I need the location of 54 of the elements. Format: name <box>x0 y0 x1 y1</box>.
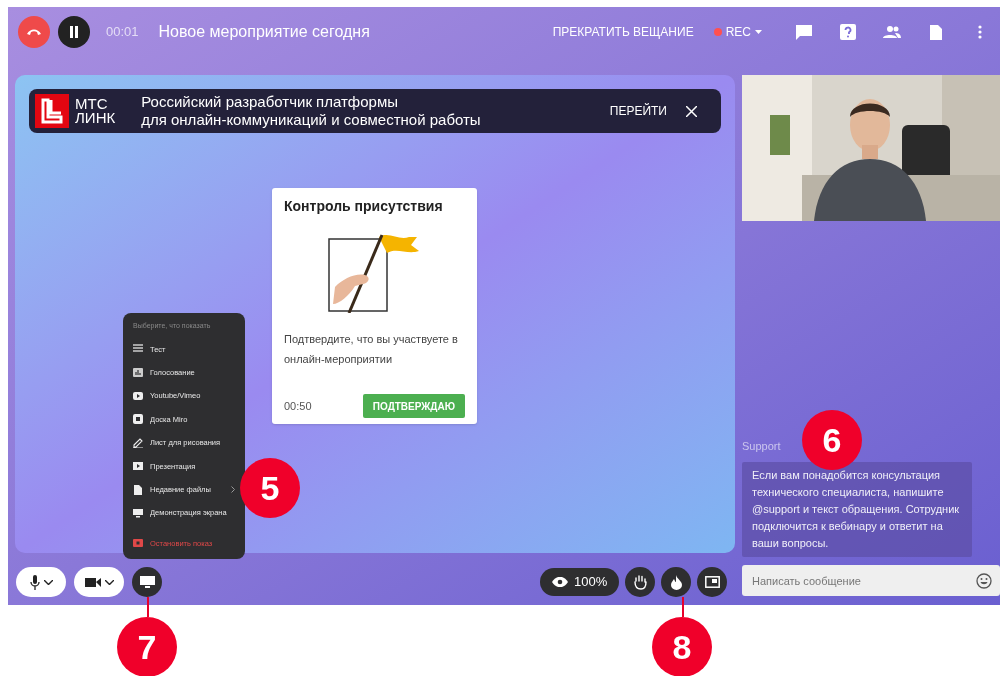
stop-icon <box>133 538 143 549</box>
logo-text: МТС <box>75 97 109 111</box>
monitor-icon <box>133 507 143 518</box>
countdown-timer: 00:50 <box>284 398 312 414</box>
callout-number: 7 <box>117 617 177 676</box>
chevron-icon <box>104 579 114 585</box>
monitor-icon <box>139 575 155 589</box>
more-icon <box>978 25 982 39</box>
hang-up-button[interactable] <box>18 16 50 48</box>
chart-icon <box>133 367 143 378</box>
chat-button[interactable] <box>794 22 814 42</box>
banner-text: для онлайн-коммуникаций и совместной работы <box>141 111 481 129</box>
leader-line <box>147 597 149 617</box>
pause-icon <box>69 26 79 38</box>
logo-text: ЛИНК <box>75 111 116 125</box>
eye-icon <box>552 577 568 587</box>
chevron-icon <box>43 579 53 585</box>
camera-button[interactable] <box>74 567 124 597</box>
banner-text: Российский разработчик платформы <box>141 93 399 111</box>
slides-icon <box>133 461 143 472</box>
callout-number: 8 <box>652 617 712 676</box>
microphone-button[interactable] <box>16 567 66 597</box>
card-title: Контроль присутствия <box>284 197 444 216</box>
list-icon <box>133 344 143 355</box>
board-icon <box>133 414 143 425</box>
pencil-icon <box>133 437 143 448</box>
logo-icon <box>35 94 69 128</box>
event-title: Новое мероприятие сегодня <box>158 22 370 42</box>
people-icon <box>883 26 901 38</box>
hand-icon <box>633 574 647 590</box>
document-icon <box>133 484 143 495</box>
chat-message: Если вам понадобится консультация технического специалиста, напишите @support и текст обращения. Сотрудник подключится к вебинару и ответит на ваши вопросы. <box>742 462 972 557</box>
card-message: Подтвердите, что вы участвуете в онлайн-мероприятии <box>284 332 459 367</box>
chat-author: Support <box>742 438 781 454</box>
viewers-indicator: 100% <box>540 568 620 596</box>
close-icon <box>685 105 697 117</box>
chat-icon <box>796 24 812 40</box>
go-link[interactable]: ПЕРЕЙТИ <box>609 102 667 120</box>
camera-icon <box>84 576 101 588</box>
question-icon <box>840 24 856 40</box>
pause-button[interactable] <box>58 16 90 48</box>
emoji-icon <box>976 573 992 589</box>
phone-icon <box>26 28 42 36</box>
leader-line <box>682 597 684 617</box>
elapsed-time: 00:01 <box>106 23 139 42</box>
document-icon <box>930 24 942 40</box>
picture-in-picture-icon <box>704 576 720 588</box>
caret-icon <box>755 30 762 34</box>
questions-button[interactable] <box>838 22 858 42</box>
microphone-icon <box>29 574 40 590</box>
flame-icon <box>670 574 682 590</box>
close-button[interactable] <box>683 103 699 119</box>
message-field[interactable]: Написать сообщение <box>742 565 1000 596</box>
play-icon <box>133 390 143 401</box>
